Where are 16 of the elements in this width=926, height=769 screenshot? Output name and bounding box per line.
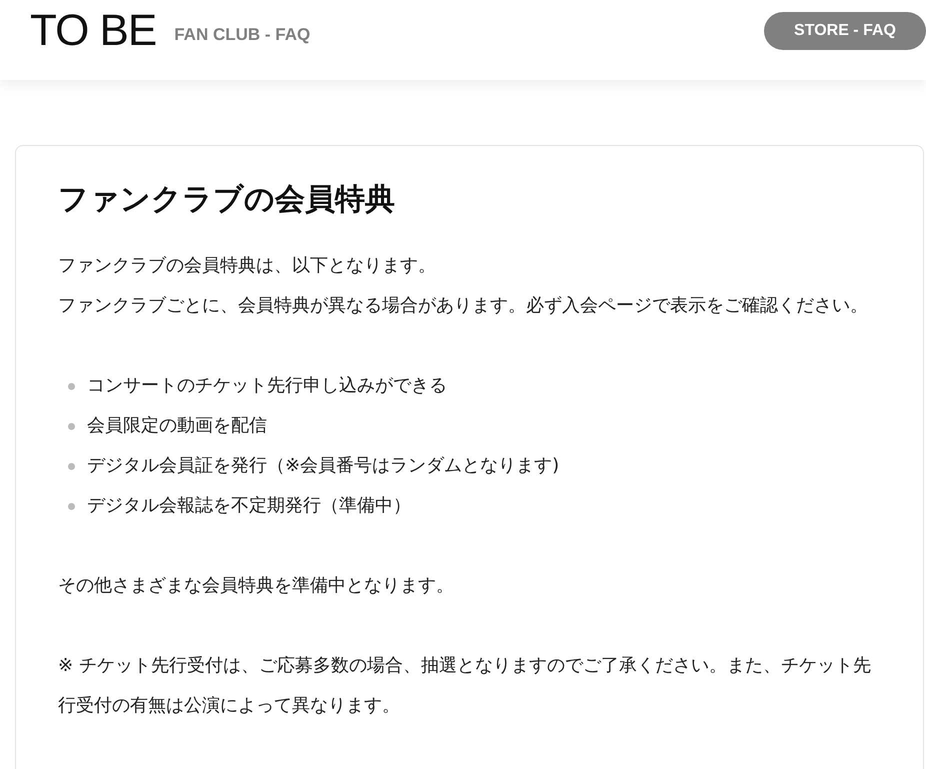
body-text: ※ チケット先行受付は、ご応募多数の場合、抽選となりますのでご了承ください。また、チケット先行受付の有無は公演によって異なります。: [58, 654, 872, 718]
bullet-icon: [68, 382, 75, 390]
intro-text: ファンクラブの会員特典は、以下となります。: [58, 254, 437, 278]
article-title: ファンクラブの会員特典: [58, 181, 396, 219]
store-faq-button[interactable]: STORE - FAQ: [764, 12, 926, 50]
benefit-text: デジタル会員証を発行（※会員番号はランダムとなります): [87, 454, 560, 478]
bullet-icon: [68, 422, 75, 430]
site-subtitle: FAN CLUB - FAQ: [174, 25, 310, 45]
benefit-text: デジタル会報誌を不定期発行（準備中）: [87, 494, 411, 518]
body-text: その他さまざまな会員特典を準備中となります。: [58, 574, 455, 598]
benefit-text: 会員限定の動画を配信: [87, 414, 267, 438]
bullet-icon: [68, 502, 75, 510]
intro-text: ファンクラブごとに、会員特典が異なる場合があります。必ず入会ページで表示をご確認ください。: [58, 294, 869, 318]
bullet-icon: [68, 462, 75, 470]
logo[interactable]: TO BE: [30, 9, 156, 53]
benefit-text: コンサートのチケット先行申し込みができる: [87, 374, 447, 398]
